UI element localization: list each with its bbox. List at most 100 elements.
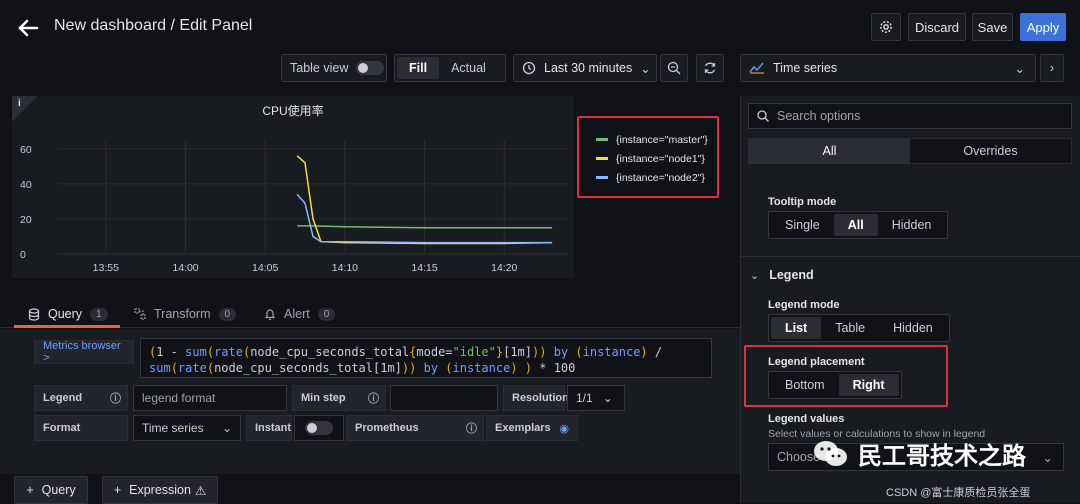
tab-query-count: 1	[90, 307, 108, 321]
page-title: New dashboard / Edit Panel	[54, 17, 253, 34]
time-range-picker[interactable]: Last 30 minutes ⌄	[513, 54, 657, 82]
chevron-down-icon: ⌄	[640, 61, 651, 76]
promql-line-2: sum(rate(node_cpu_seconds_total[1m])) by…	[149, 361, 576, 375]
tab-alert[interactable]: Alert 0	[264, 303, 336, 325]
legend-values-label: Legend values	[768, 413, 845, 425]
refresh-button[interactable]	[696, 54, 724, 82]
legend-mode-label: Legend mode	[768, 299, 840, 311]
x-tick-label: 14:10	[332, 262, 358, 274]
x-tick-label: 14:15	[411, 262, 437, 274]
eye-icon[interactable]: ◉	[559, 422, 569, 435]
options-tabs: All Overrides	[748, 138, 1072, 164]
info-icon: ⓘ	[368, 393, 379, 405]
time-range-label: Last 30 minutes	[544, 61, 633, 75]
active-tab-indicator	[14, 325, 120, 328]
tab-alert-label: Alert	[284, 307, 310, 321]
save-button[interactable]: Save	[972, 13, 1013, 41]
legend-mode-list[interactable]: List	[771, 317, 822, 339]
legend-mode-table[interactable]: Table	[821, 317, 879, 339]
resolution-select[interactable]: 1/1 ⌄	[567, 385, 625, 411]
promql-line-1: (1 - sum(rate(node_cpu_seconds_total{mod…	[149, 345, 663, 359]
table-view-toggle[interactable]: Table view	[281, 54, 387, 82]
fill-actual-group: Fill Actual	[394, 54, 506, 82]
tab-all[interactable]: All	[749, 139, 910, 163]
actual-option[interactable]: Actual	[439, 57, 498, 79]
tooltip-mode-single[interactable]: Single	[771, 214, 834, 236]
bell-icon	[264, 308, 276, 320]
info-icon: ⓘ	[110, 393, 121, 405]
promql-editor[interactable]: (1 - sum(rate(node_cpu_seconds_total{mod…	[140, 338, 712, 378]
tab-query-label: Query	[48, 307, 83, 321]
chart-svg: 0 20 40 60 13:55 14:00 14:05 14:10 14:15 14:20	[20, 140, 568, 274]
chevron-down-icon: ⌄	[750, 269, 760, 282]
y-tick-label: 40	[20, 179, 32, 191]
tooltip-mode-hidden[interactable]: Hidden	[878, 214, 946, 236]
min-step-label: Min step ⓘ	[292, 385, 386, 411]
plus-icon: +	[26, 483, 34, 497]
tab-transform-label: Transform	[154, 307, 211, 321]
wechat-icon	[814, 440, 847, 466]
chevron-right-icon: ›	[1049, 61, 1055, 75]
tab-alert-count: 0	[317, 307, 336, 321]
exemplars-toggle[interactable]: Exemplars ◉	[486, 415, 578, 441]
legend-mode-hidden[interactable]: Hidden	[879, 317, 947, 339]
metrics-browser-button[interactable]: Metrics browser >	[34, 340, 134, 364]
resolution-label: Resolution	[503, 385, 569, 411]
add-expression-button[interactable]: + Expression ⚠	[102, 476, 218, 504]
apply-button[interactable]: Apply	[1020, 13, 1066, 41]
x-tick-label: 14:00	[172, 262, 198, 274]
search-options-input[interactable]: Search options	[748, 103, 1072, 129]
visualization-label: Time series	[773, 61, 838, 75]
table-view-switch[interactable]	[356, 61, 385, 75]
min-step-input[interactable]	[390, 385, 498, 411]
legend-format-input[interactable]: legend format	[133, 385, 287, 411]
format-label: Format	[34, 415, 128, 441]
discard-button[interactable]: Discard	[908, 13, 966, 41]
watermark: 民工哥技术之路	[812, 436, 1026, 471]
add-query-button[interactable]: + Query	[14, 476, 88, 504]
chevron-down-icon: ⌄	[602, 391, 613, 405]
prometheus-label: Prometheus ⓘ	[346, 415, 484, 441]
plus-icon: +	[113, 483, 122, 497]
fill-option[interactable]: Fill	[397, 57, 440, 79]
chevron-down-icon: ⌄	[1042, 450, 1053, 465]
top-header: New dashboard / Edit Panel Discard Save …	[0, 0, 1080, 54]
tooltip-mode-all[interactable]: All	[833, 214, 878, 236]
tooltip-mode-group: Single All Hidden	[768, 211, 949, 239]
time-series-icon	[749, 62, 764, 74]
x-tick-label: 13:55	[93, 262, 119, 274]
tooltip-mode-label: Tooltip mode	[768, 196, 837, 208]
instant-switch[interactable]	[305, 421, 333, 435]
legend-highlight-box	[577, 116, 719, 198]
y-tick-label: 60	[20, 144, 32, 156]
y-tick-label: 20	[20, 214, 32, 226]
format-select[interactable]: Time series ⌄	[133, 415, 241, 441]
panel-chart: i CPU使用率 0 20 40 60 13:55 14:00 14:05 14:10 14:1…	[12, 96, 574, 278]
chevron-down-icon: ⌄	[221, 421, 232, 435]
section-divider	[740, 256, 1080, 257]
watermark-source: CSDN @富士康质检员张全蛋	[886, 487, 1031, 499]
chevron-down-icon: ⌄	[1014, 61, 1025, 76]
info-icon: ⓘ	[466, 423, 477, 435]
tab-query[interactable]: Query 1	[28, 303, 108, 325]
search-icon	[757, 110, 769, 122]
y-tick-label: 0	[20, 249, 26, 261]
refresh-icon	[704, 62, 716, 74]
back-arrow-icon[interactable]	[14, 14, 42, 42]
instant-toggle[interactable]	[294, 415, 344, 441]
tab-overrides[interactable]: Overrides	[910, 139, 1071, 163]
instant-label: Instant	[246, 415, 292, 441]
settings-button[interactable]	[871, 13, 901, 41]
zoom-out-button[interactable]	[660, 54, 688, 82]
legend-mode-group: List Table Hidden	[768, 314, 950, 342]
x-tick-label: 14:20	[491, 262, 517, 274]
zoom-out-icon	[667, 61, 681, 75]
visualization-picker[interactable]: Time series ⌄	[740, 54, 1036, 82]
placement-highlight-box	[744, 345, 948, 407]
tab-transform[interactable]: Transform 0	[134, 303, 237, 325]
table-view-label: Table view	[290, 61, 349, 75]
tab-transform-count: 0	[218, 307, 237, 321]
transform-icon	[134, 308, 146, 320]
legend-section-header[interactable]: ⌄ Legend	[750, 268, 814, 282]
collapse-options-button[interactable]: ›	[1040, 54, 1064, 82]
